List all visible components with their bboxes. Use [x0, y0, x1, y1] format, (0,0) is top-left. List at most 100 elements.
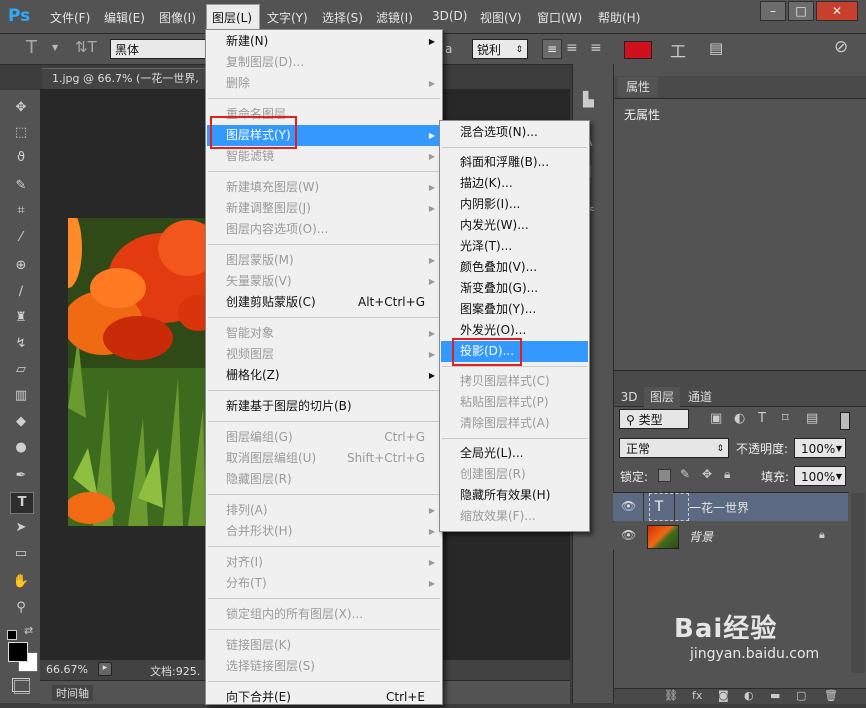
layer-menu-item[interactable]: 分布(T) ▶: [207, 573, 441, 594]
layer-menu-item[interactable]: 向下合并(E) Ctrl+E: [207, 687, 441, 708]
lock-pixels-icon[interactable]: ✎: [680, 467, 690, 481]
filter-toggle[interactable]: [840, 412, 850, 430]
tab-3d[interactable]: 3D: [616, 387, 642, 407]
layer-menu-item[interactable]: 选择链接图层(S): [207, 656, 441, 677]
visibility-eye-icon[interactable]: 👁︎: [621, 528, 636, 542]
layer-menu-item[interactable]: 删除 ▶: [207, 73, 441, 94]
layer-style-item[interactable]: 全局光(L)...: [441, 443, 588, 464]
foreground-color-swatch[interactable]: [8, 642, 28, 662]
layer-style-item[interactable]: 斜面和浮雕(B)...: [441, 152, 588, 173]
lasso-tool-icon[interactable]: ϑ: [10, 148, 32, 168]
lock-transparent-icon[interactable]: [658, 469, 671, 482]
filter-type-icon[interactable]: T: [758, 411, 766, 426]
layer-menu-item[interactable]: 对齐(I) ▶: [207, 552, 441, 573]
healing-brush-icon[interactable]: ⊕: [10, 256, 32, 276]
layer-row[interactable]: 👁︎ 背景 🔒︎: [613, 522, 848, 550]
layer-menu-item[interactable]: 矢量蒙版(V) ▶: [207, 271, 441, 292]
marquee-tool-icon[interactable]: ⬚: [10, 123, 32, 143]
menu-layer[interactable]: 图层(L): [212, 9, 252, 26]
document-tab[interactable]: 1.jpg @ 66.7% (一花一世界,: [42, 68, 222, 89]
layer-row[interactable]: 👁︎ T 一花一世界: [613, 493, 848, 521]
layer-menu-item[interactable]: 复制图层(D)...: [207, 52, 441, 73]
move-tool-icon[interactable]: ✥: [10, 98, 32, 118]
warp-text-icon[interactable]: 工: [670, 38, 686, 62]
layer-menu-item[interactable]: 链接图层(K): [207, 635, 441, 656]
layer-menu-item[interactable]: 智能滤镜 ▶: [207, 146, 441, 167]
rectangle-tool-icon[interactable]: ▭: [10, 544, 32, 564]
menu-select[interactable]: 选择(S): [322, 9, 363, 26]
layer-style-item[interactable]: 缩放效果(F)...: [441, 506, 588, 527]
layer-style-item[interactable]: 清除图层样式(A): [441, 413, 588, 434]
text-color-swatch[interactable]: [624, 41, 652, 59]
timeline-tab[interactable]: 时间轴: [52, 685, 93, 701]
text-orientation-icon[interactable]: ⇅T: [75, 38, 97, 56]
close-button[interactable]: ✕: [816, 1, 858, 21]
hand-tool-icon[interactable]: ✋: [10, 572, 32, 592]
history-panel-icon[interactable]: ▙: [583, 92, 594, 108]
layer-menu-item[interactable]: 图层内容选项(O)...: [207, 219, 441, 240]
layer-style-item[interactable]: 渐变叠加(G)...: [441, 278, 588, 299]
layer-menu-item[interactable]: 新建调整图层(J) ▶: [207, 198, 441, 219]
history-brush-icon[interactable]: ↯: [10, 334, 32, 354]
layer-style-item[interactable]: 描边(K)...: [441, 173, 588, 194]
menu-image[interactable]: 图像(I): [159, 9, 196, 26]
add-mask-icon[interactable]: ◙: [718, 689, 729, 702]
eyedropper-tool-icon[interactable]: ⁄: [10, 228, 32, 248]
layer-style-item[interactable]: 隐藏所有效果(H): [441, 485, 588, 506]
delete-layer-icon[interactable]: 🗑︎: [824, 689, 838, 702]
layer-menu-item[interactable]: 合并形状(H) ▶: [207, 521, 441, 542]
menu-edit[interactable]: 编辑(E): [104, 9, 145, 26]
default-colors-icon[interactable]: [7, 630, 17, 640]
lock-all-icon[interactable]: 🔒︎: [724, 467, 730, 482]
new-layer-icon[interactable]: ▢: [796, 689, 806, 702]
brush-tool-icon[interactable]: ∕: [10, 282, 32, 302]
layer-menu-item[interactable]: 创建剪贴蒙版(C) Alt+Ctrl+G: [207, 292, 441, 313]
layer-menu-item[interactable]: 取消图层编组(U) Shift+Ctrl+G: [207, 448, 441, 469]
menu-help[interactable]: 帮助(H): [598, 9, 640, 26]
visibility-eye-icon[interactable]: 👁︎: [621, 499, 636, 513]
layer-menu-item[interactable]: 图层编组(G) Ctrl+G: [207, 427, 441, 448]
fill-field[interactable]: 100% ▼: [794, 466, 846, 486]
zoom-level[interactable]: 66.67%: [46, 663, 88, 676]
align-left-icon[interactable]: ≡: [542, 39, 562, 59]
menu-type[interactable]: 文字(Y): [267, 9, 308, 26]
layer-style-item[interactable]: 颜色叠加(V)...: [441, 257, 588, 278]
character-panel-icon[interactable]: ▤: [709, 39, 723, 57]
layer-menu-item[interactable]: 视频图层 ▶: [207, 344, 441, 365]
layer-style-item[interactable]: 光泽(T)...: [441, 236, 588, 257]
layer-menu-item[interactable]: 锁定组内的所有图层(X)...: [207, 604, 441, 625]
layer-style-item[interactable]: 内发光(W)...: [441, 215, 588, 236]
layer-menu-item[interactable]: 新建(N) ▶: [207, 31, 441, 52]
align-center-icon[interactable]: ≡: [566, 40, 578, 56]
layer-name[interactable]: 一花一世界: [689, 499, 749, 516]
font-family-field[interactable]: 黑体: [110, 39, 206, 59]
layer-style-item[interactable]: 拷贝图层样式(C): [441, 371, 588, 392]
filter-shape-icon[interactable]: ⌑: [782, 411, 789, 426]
align-right-icon[interactable]: ≡: [590, 40, 602, 56]
swap-colors-icon[interactable]: ⇄: [24, 624, 33, 637]
menu-window[interactable]: 窗口(W): [537, 9, 582, 26]
opacity-field[interactable]: 100% ▼: [794, 438, 846, 458]
layer-menu-item[interactable]: 智能对象 ▶: [207, 323, 441, 344]
filter-pixel-icon[interactable]: ▣: [710, 411, 722, 426]
link-layers-icon[interactable]: ⛓: [664, 689, 678, 702]
layer-style-item[interactable]: 混合选项(N)...: [441, 122, 588, 143]
menu-file[interactable]: 文件(F): [50, 9, 90, 26]
layer-style-item[interactable]: 图案叠加(Y)...: [441, 299, 588, 320]
filter-adjustment-icon[interactable]: ◐: [734, 411, 745, 426]
menu-filter[interactable]: 滤镜(I): [376, 9, 413, 26]
minimize-button[interactable]: –: [760, 1, 786, 21]
menu-3d[interactable]: 3D(D): [432, 9, 467, 23]
screen-mode-icon[interactable]: [14, 680, 30, 694]
filter-smart-icon[interactable]: ▤: [806, 411, 818, 426]
clone-stamp-icon[interactable]: ♜: [10, 308, 32, 328]
layer-filter-select[interactable]: ⚲ 类型: [619, 409, 689, 429]
layer-menu-item[interactable]: 新建基于图层的切片(B): [207, 396, 441, 417]
lock-position-icon[interactable]: ✥: [702, 467, 712, 481]
quick-select-tool-icon[interactable]: ✎: [10, 176, 32, 196]
type-tool-icon[interactable]: T: [10, 492, 34, 514]
blend-mode-select[interactable]: 正常 ⇕: [619, 438, 729, 458]
crop-tool-icon[interactable]: ⌗: [10, 201, 32, 221]
antialias-select[interactable]: 锐利 ⇕: [472, 39, 528, 59]
zoom-tool-icon[interactable]: ⚲: [10, 598, 32, 618]
